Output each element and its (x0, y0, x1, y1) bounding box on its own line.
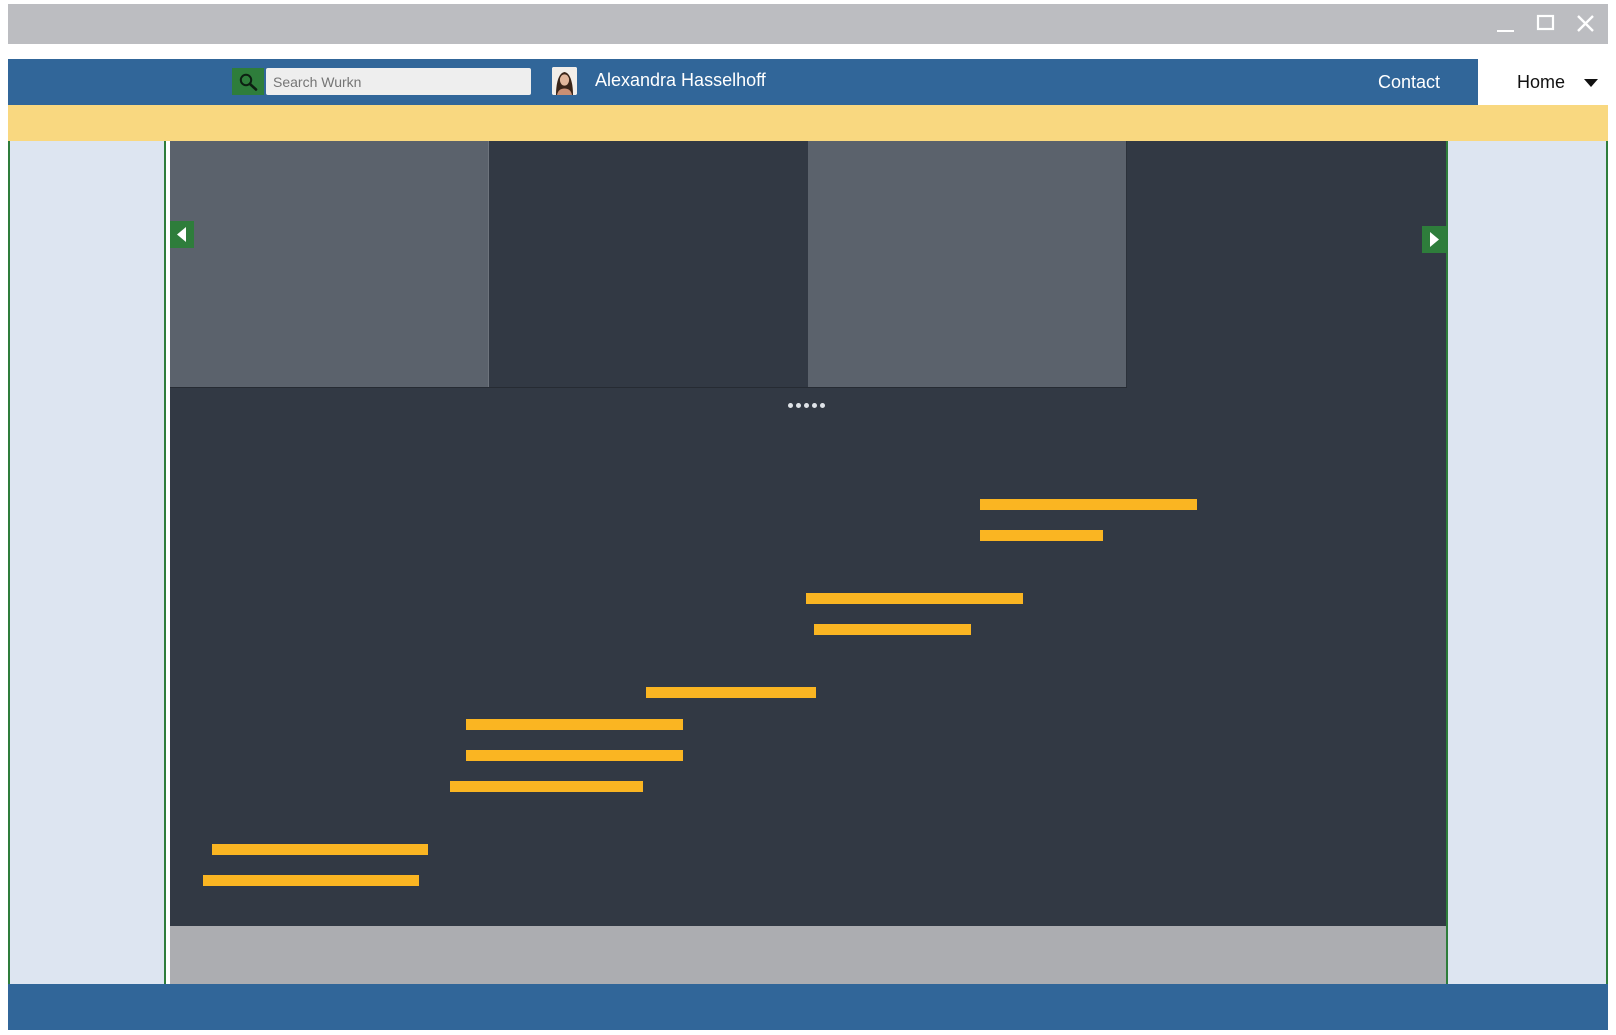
carousel-prev-button[interactable] (170, 221, 194, 248)
timeline-chart (170, 401, 1446, 926)
search-button[interactable] (232, 68, 264, 95)
timeline-bar[interactable] (980, 499, 1198, 511)
window-title-bar (8, 4, 1608, 44)
search-input[interactable] (266, 68, 531, 95)
carousel-slide[interactable] (489, 141, 808, 387)
right-side-panel (1446, 141, 1608, 984)
avatar-icon (552, 67, 577, 95)
timeline-bar[interactable] (203, 875, 419, 887)
timeline-bar[interactable] (814, 624, 972, 636)
search-icon (239, 73, 258, 91)
timeline-bar[interactable] (465, 718, 684, 730)
chevron-right-icon (1430, 232, 1439, 247)
contact-link[interactable]: Contact (1378, 68, 1440, 96)
timeline-bar[interactable] (449, 781, 643, 793)
maximize-button[interactable] (1526, 4, 1566, 44)
chevron-left-icon (177, 227, 186, 242)
horizontal-scroll-track[interactable] (170, 926, 1446, 984)
minimize-button[interactable] (1486, 4, 1526, 44)
timeline-bar[interactable] (806, 593, 1024, 605)
close-button[interactable] (1566, 4, 1606, 44)
carousel-slide[interactable] (170, 141, 489, 387)
carousel-slide[interactable] (1127, 141, 1446, 387)
avatar[interactable] (552, 67, 577, 95)
main-content-area (170, 141, 1446, 926)
footer-bar (8, 984, 1608, 1030)
user-name[interactable]: Alexandra Hasselhoff (595, 66, 766, 94)
maximize-icon (1536, 14, 1555, 31)
home-dropdown-label: Home (1517, 72, 1566, 92)
carousel-divider (170, 387, 1127, 388)
home-dropdown[interactable]: Home (1478, 59, 1610, 105)
timeline-bar[interactable] (212, 843, 428, 855)
timeline-bar[interactable] (465, 749, 684, 761)
notification-banner (8, 105, 1608, 141)
left-side-panel (8, 141, 166, 984)
timeline-bar[interactable] (645, 687, 817, 699)
chevron-down-icon (1584, 79, 1598, 87)
carousel-slide[interactable] (808, 141, 1127, 387)
carousel-next-button[interactable] (1422, 226, 1446, 253)
close-icon (1577, 15, 1594, 32)
search-box (232, 68, 531, 95)
minimize-icon (1497, 30, 1514, 32)
timeline-bar[interactable] (980, 530, 1104, 542)
